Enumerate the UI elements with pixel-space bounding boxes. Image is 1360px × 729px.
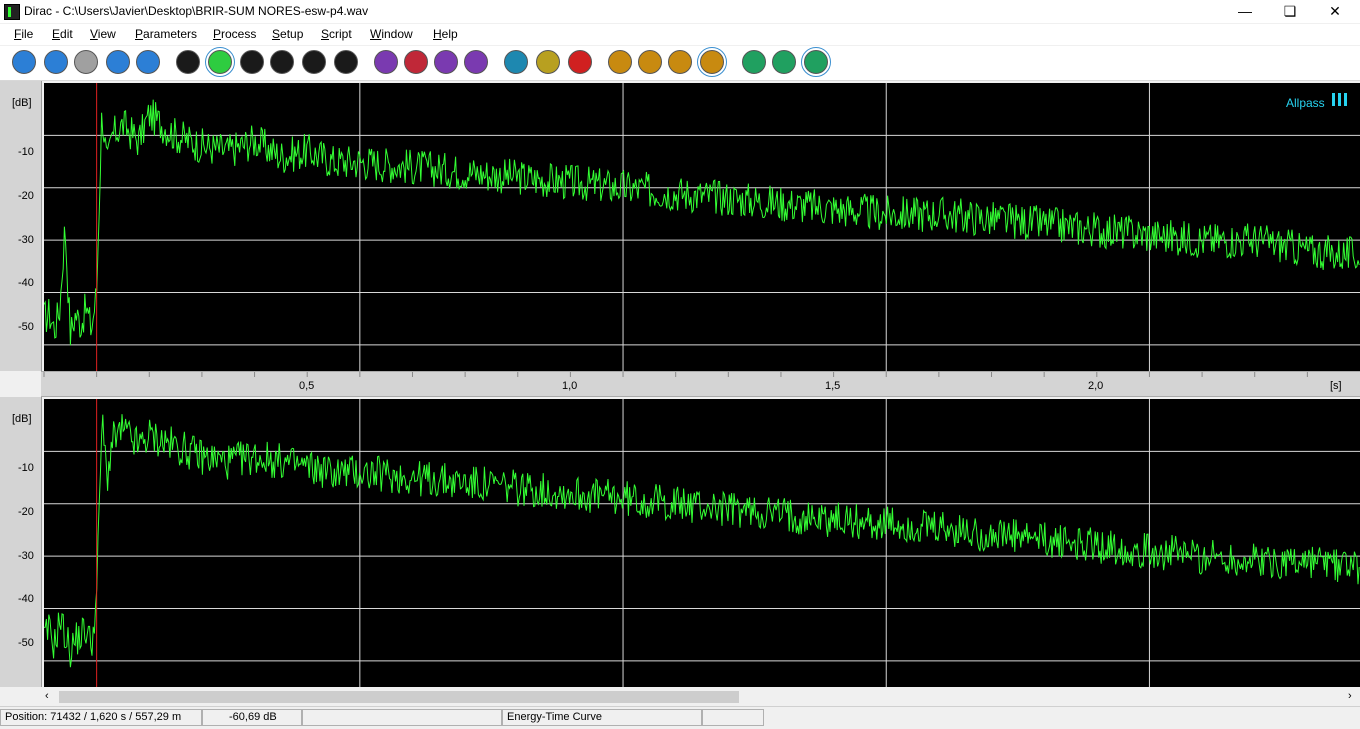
new-icon[interactable]	[12, 50, 36, 74]
menu-process[interactable]: Process	[213, 27, 256, 41]
status-level: -60,69 dB	[202, 709, 302, 726]
decay-icon[interactable]	[270, 50, 294, 74]
scroll-thumb[interactable]	[59, 691, 739, 703]
menu-parameters[interactable]: Parameters	[135, 27, 197, 41]
menu-script[interactable]: Script	[321, 27, 352, 41]
energy-trace	[43, 99, 1360, 346]
close-button[interactable]: ✕	[1312, 0, 1358, 23]
record-icon[interactable]	[742, 50, 766, 74]
status-mode: Energy-Time Curve	[502, 709, 702, 726]
horizontal-scrollbar[interactable]: ‹ ›	[41, 689, 1360, 705]
maximize-button[interactable]: ❏	[1267, 0, 1313, 23]
minimize-button[interactable]: —	[1222, 0, 1268, 23]
x-tick-label: 2,0	[1088, 380, 1104, 392]
impulse-icon[interactable]	[176, 50, 200, 74]
filter-icon[interactable]	[404, 50, 428, 74]
allpass-label: Allpass	[1286, 96, 1325, 110]
status-empty	[302, 709, 502, 726]
upper-y-tick: -10	[18, 146, 34, 158]
upper-plot-svg	[43, 83, 1360, 371]
lower-y-tick: -30	[18, 550, 34, 562]
open-icon[interactable]	[44, 50, 68, 74]
menu-setup[interactable]: Setup	[272, 27, 303, 41]
x-tick-label: 1,5	[825, 380, 841, 392]
lower-plot-svg	[43, 399, 1360, 687]
allpass-bars-icon[interactable]	[1332, 93, 1348, 107]
lower-y-tick: -40	[18, 593, 34, 605]
menu-edit[interactable]: Edit	[52, 27, 73, 41]
time-axis[interactable]: 0,5 1,0 1,5 2,0 [s]	[41, 371, 1360, 397]
stop-icon[interactable]	[801, 47, 831, 77]
print-icon[interactable]	[106, 50, 130, 74]
signal-icon[interactable]	[464, 50, 488, 74]
menu-view[interactable]: View	[90, 27, 116, 41]
grid-icon[interactable]	[434, 50, 458, 74]
bars-icon[interactable]	[302, 50, 326, 74]
zoom-out-icon[interactable]	[638, 50, 662, 74]
lower-y-tick: -10	[18, 462, 34, 474]
upper-plot[interactable]	[43, 83, 1360, 371]
play-icon[interactable]	[772, 50, 796, 74]
upper-y-tick: -20	[18, 190, 34, 202]
x-unit-label: [s]	[1330, 380, 1342, 392]
scroll-right-icon[interactable]: ›	[1348, 690, 1352, 702]
upper-y-tick: -40	[18, 277, 34, 289]
upper-y-unit: [dB]	[12, 97, 32, 109]
arrow-icon[interactable]	[504, 50, 528, 74]
close-file-icon[interactable]	[136, 50, 160, 74]
energy-time-icon[interactable]	[205, 47, 235, 77]
curve-icon[interactable]	[240, 50, 264, 74]
phase-icon[interactable]	[334, 50, 358, 74]
menu-file[interactable]: File	[14, 27, 33, 41]
grid	[44, 83, 1360, 371]
lower-y-axis: [dB] -10 -20 -30 -40 -50	[0, 397, 42, 687]
lower-y-unit: [dB]	[12, 413, 32, 425]
lower-y-tick: -20	[18, 506, 34, 518]
zoom-in-icon[interactable]	[608, 50, 632, 74]
scroll-left-icon[interactable]: ‹	[45, 690, 49, 702]
save-icon[interactable]	[74, 50, 98, 74]
status-bar: Position: 71432 / 1,620 s / 557,29 m -60…	[0, 706, 1360, 729]
upper-y-axis: [dB] -10 -20 -30 -40 -50	[0, 81, 42, 371]
upper-y-tick: -50	[18, 321, 34, 333]
window-title: Dirac - C:\Users\Javier\Desktop\BRIR-SUM…	[24, 4, 369, 18]
menu-bar: File Edit View Parameters Process Setup …	[0, 24, 1360, 45]
zoom-fit-icon[interactable]	[668, 50, 692, 74]
lower-plot[interactable]	[43, 399, 1360, 687]
grid	[44, 399, 1360, 687]
energy-trace	[43, 414, 1360, 668]
columns-icon[interactable]	[536, 50, 560, 74]
menu-help[interactable]: Help	[433, 27, 458, 41]
app-icon	[4, 4, 20, 20]
x-tick-label: 0,5	[299, 380, 315, 392]
cursor-icon[interactable]	[568, 50, 592, 74]
menu-window[interactable]: Window	[370, 27, 413, 41]
status-empty	[702, 709, 764, 726]
x-tick-label: 1,0	[562, 380, 578, 392]
zoom-vertical-icon[interactable]	[697, 47, 727, 77]
spectrum-icon[interactable]	[374, 50, 398, 74]
time-axis-ticks	[43, 372, 1308, 377]
status-position: Position: 71432 / 1,620 s / 557,29 m	[0, 709, 202, 726]
title-bar: Dirac - C:\Users\Javier\Desktop\BRIR-SUM…	[0, 0, 1360, 23]
upper-y-tick: -30	[18, 234, 34, 246]
lower-y-tick: -50	[18, 637, 34, 649]
